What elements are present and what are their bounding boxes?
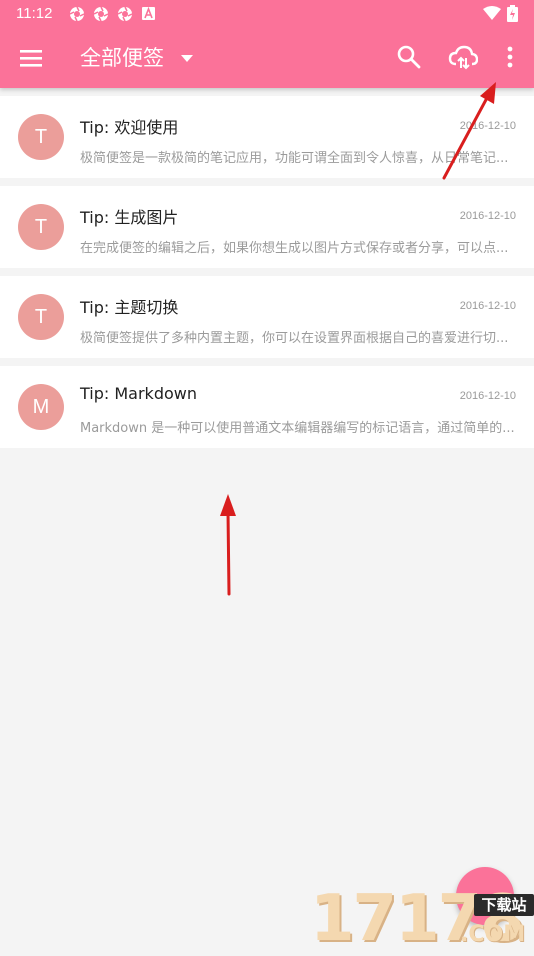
- watermark-badge: 下载站: [474, 894, 534, 916]
- avatar: T: [18, 114, 64, 160]
- chevron-down-icon[interactable]: [181, 55, 193, 63]
- annotation-arrow: [442, 82, 496, 180]
- annotation-arrow: [220, 494, 236, 596]
- watermark: 17178 .COM 下载站: [310, 860, 534, 956]
- note-date: 2016-12-10: [459, 300, 516, 312]
- aperture-icon: [93, 6, 109, 22]
- search-icon[interactable]: [396, 44, 422, 70]
- page-title[interactable]: 全部便签: [80, 42, 164, 72]
- watermark-suffix: .COM: [460, 922, 526, 947]
- status-time: 11:12: [16, 5, 53, 22]
- list-item[interactable]: T Tip: 生成图片 2016-12-10 在完成便签的编辑之后，如果你想生成…: [0, 186, 534, 268]
- note-snippet: Markdown 是一种可以使用普通文本编辑器编写的标记语言，通过简单的...: [80, 421, 515, 436]
- note-snippet: 极简便签提供了多种内置主题，你可以在设置界面根据自己的喜爱进行切...: [80, 331, 509, 346]
- more-vert-icon[interactable]: [497, 44, 523, 70]
- top-bar: 11:12 全部便签: [0, 0, 534, 88]
- list-item[interactable]: T Tip: 主题切换 2016-12-10 极简便签提供了多种内置主题，你可以…: [0, 276, 534, 358]
- avatar: M: [18, 384, 64, 430]
- note-title: Tip: 欢迎使用: [80, 118, 179, 137]
- note-title: Tip: 主题切换: [80, 298, 179, 317]
- note-date: 2016-12-10: [459, 210, 516, 222]
- wifi-icon: [483, 6, 501, 20]
- aperture-icon: [69, 6, 85, 22]
- note-title: Tip: Markdown: [80, 384, 197, 403]
- avatar: T: [18, 294, 64, 340]
- status-bar: 11:12: [0, 0, 534, 28]
- avatar: T: [18, 204, 64, 250]
- note-date: 2016-12-10: [459, 390, 516, 402]
- list-item[interactable]: M Tip: Markdown 2016-12-10 Markdown 是一种可…: [0, 366, 534, 448]
- a-box-icon: [142, 7, 155, 20]
- note-snippet: 在完成便签的编辑之后，如果你想生成以图片方式保存或者分享，可以点...: [80, 241, 509, 256]
- battery-icon: [507, 5, 518, 22]
- cloud-sync-icon[interactable]: [448, 44, 478, 70]
- note-title: Tip: 生成图片: [80, 208, 179, 227]
- menu-icon[interactable]: [20, 48, 44, 68]
- aperture-icon: [117, 6, 133, 22]
